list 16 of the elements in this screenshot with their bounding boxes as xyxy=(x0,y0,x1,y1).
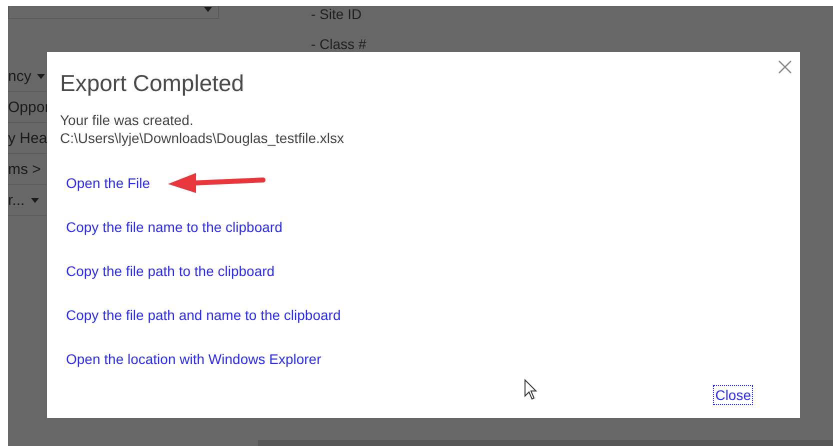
message-text: Your file was created. xyxy=(60,111,194,129)
link[interactable]: Open the File xyxy=(66,175,150,191)
caret-icon xyxy=(30,198,39,202)
link[interactable]: Copy the file path and name to the clipboard xyxy=(66,307,341,323)
field-label: - Class # xyxy=(311,36,366,53)
message-text: C:\Users\lyje\Downloads\Douglas_testfile.xlsx xyxy=(60,129,344,147)
link[interactable]: Copy the file name to the clipboard xyxy=(66,219,282,235)
dialog-title: Export Completed xyxy=(60,69,244,97)
caret-icon xyxy=(37,74,46,78)
link[interactable]: Open the location with Windows Explorer xyxy=(66,351,322,367)
field-label: - Site ID xyxy=(311,6,363,23)
close-icon[interactable] xyxy=(778,60,792,74)
caret-icon xyxy=(204,6,212,12)
link[interactable]: Copy the file path to the clipboard xyxy=(66,263,275,279)
mouse-pointer-icon xyxy=(524,379,538,401)
close-button[interactable]: Close xyxy=(713,385,753,405)
